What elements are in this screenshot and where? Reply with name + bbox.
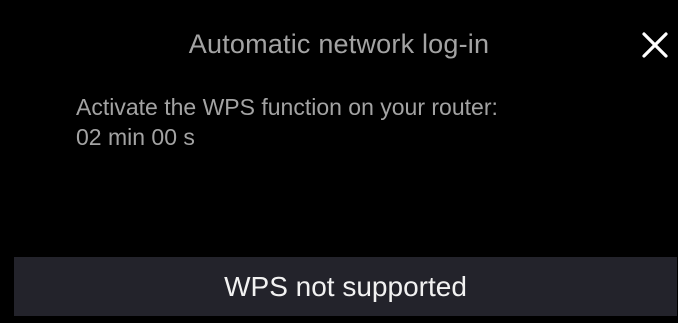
dialog-title: Automatic network log-in <box>188 29 490 59</box>
wps-login-dialog: Automatic network log-in Activate the WP… <box>0 0 678 323</box>
instruction-text: Activate the WPS function on your router… <box>76 94 498 120</box>
close-icon <box>642 32 668 58</box>
countdown-timer: 02 min 00 s <box>76 124 195 150</box>
wps-instructions: Activate the WPS function on your router… <box>76 92 656 152</box>
wps-not-supported-button[interactable]: WPS not supported <box>14 257 677 316</box>
close-button[interactable] <box>640 30 670 60</box>
